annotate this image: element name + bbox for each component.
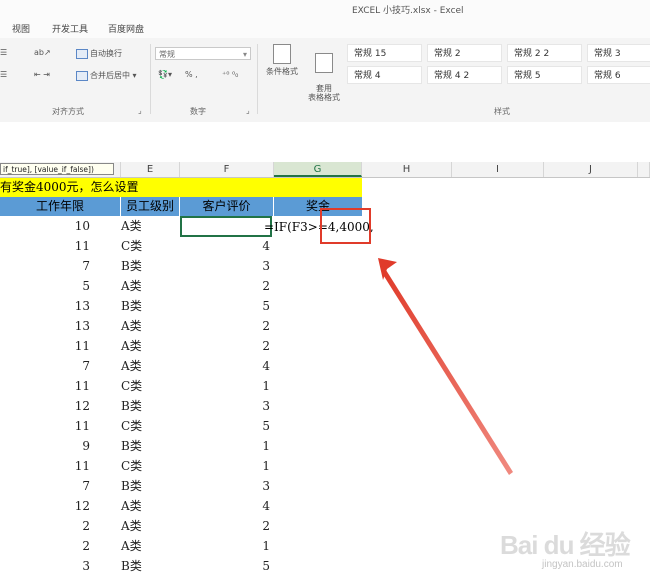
baidu-jingyan-watermark: Bai du 经验 jingyan.baidu.com [500,515,631,575]
annotation-arrow [378,258,513,475]
watermark-url: jingyan.baidu.com [542,559,623,570]
arrow-shaft [382,270,513,475]
watermark-brand: Bai du 经验 [500,530,631,560]
